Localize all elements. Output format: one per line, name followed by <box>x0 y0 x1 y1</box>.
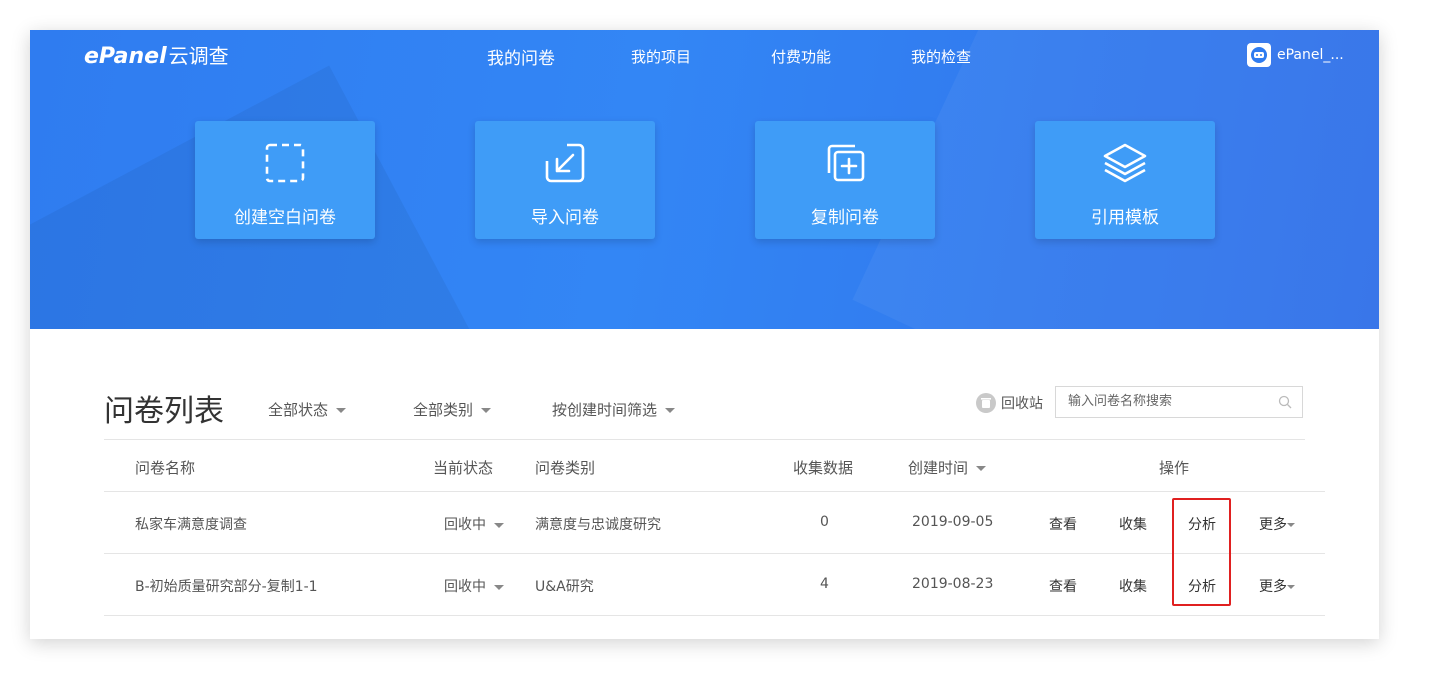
nav-paid-features[interactable]: 付费功能 <box>771 46 831 67</box>
created-date: 2019-09-05 <box>912 514 994 530</box>
nav-my-projects[interactable]: 我的项目 <box>631 46 691 67</box>
import-survey-button[interactable]: 导入问卷 <box>475 121 655 239</box>
status-label: 回收中 <box>444 579 486 595</box>
more-label: 更多 <box>1259 517 1287 533</box>
status-dropdown[interactable]: 回收中 <box>444 514 504 534</box>
card-label: 创建空白问卷 <box>234 208 336 228</box>
column-header-count: 收集数据 <box>793 459 854 477</box>
view-button[interactable]: 查看 <box>1049 576 1077 596</box>
more-dropdown[interactable]: 更多 <box>1259 514 1295 534</box>
search-box[interactable] <box>1055 386 1303 418</box>
app-window: ePanel 云调查 我的问卷 我的项目 付费功能 我的检查 ePanel_...… <box>30 30 1379 639</box>
filter-label: 全部状态 <box>268 401 329 419</box>
survey-name[interactable]: 私家车满意度调查 <box>135 514 247 534</box>
caret-down-icon <box>494 584 504 590</box>
divider <box>104 439 1305 440</box>
hero-banner: ePanel 云调查 我的问卷 我的项目 付费功能 我的检查 ePanel_...… <box>30 30 1379 329</box>
divider <box>104 553 1325 554</box>
survey-name[interactable]: B-初始质量研究部分-复制1-1 <box>135 576 318 596</box>
nav-my-surveys[interactable]: 我的问卷 <box>487 44 555 69</box>
collected-count: 0 <box>820 514 829 530</box>
recycle-label: 回收站 <box>1001 396 1043 412</box>
survey-category: U&A研究 <box>535 579 594 595</box>
logo-suffix: 云调查 <box>168 44 229 68</box>
card-label: 复制问卷 <box>811 208 879 228</box>
sort-caret-icon <box>976 466 987 471</box>
caret-down-icon <box>481 408 492 413</box>
dashed-square-icon <box>265 143 305 183</box>
created-date: 2019-08-23 <box>912 576 994 592</box>
column-header-ops: 操作 <box>1159 459 1190 477</box>
caret-down-icon <box>1287 585 1295 589</box>
filter-category-dropdown[interactable]: 全部类别 <box>413 399 492 420</box>
logo-brand: ePanel <box>84 44 167 69</box>
card-label: 导入问卷 <box>531 208 599 228</box>
list-title: 问卷列表 <box>104 394 224 429</box>
column-header-name: 问卷名称 <box>135 459 196 477</box>
search-icon[interactable] <box>1278 395 1292 409</box>
import-arrow-icon <box>545 143 585 183</box>
caret-down-icon <box>494 522 504 528</box>
collect-button[interactable]: 收集 <box>1119 576 1147 596</box>
analyze-highlight-box <box>1172 498 1231 606</box>
user-menu[interactable]: ePanel_... <box>1247 43 1344 67</box>
status-dropdown[interactable]: 回收中 <box>444 576 504 596</box>
divider <box>104 615 1325 616</box>
filter-label: 全部类别 <box>413 401 474 419</box>
card-label: 引用模板 <box>1091 208 1159 228</box>
caret-down-icon <box>665 408 676 413</box>
column-header-created-sort[interactable]: 创建时间 <box>908 457 987 478</box>
create-blank-survey-button[interactable]: 创建空白问卷 <box>195 121 375 239</box>
survey-category: 满意度与忠诚度研究 <box>535 517 661 533</box>
layers-icon <box>1103 143 1147 183</box>
collect-button[interactable]: 收集 <box>1119 514 1147 534</box>
more-dropdown[interactable]: 更多 <box>1259 576 1295 596</box>
filter-status-dropdown[interactable]: 全部状态 <box>268 399 347 420</box>
use-template-button[interactable]: 引用模板 <box>1035 121 1215 239</box>
filter-label: 按创建时间筛选 <box>552 401 658 419</box>
avatar-icon <box>1247 43 1271 67</box>
trash-icon <box>976 393 996 413</box>
copy-plus-icon <box>827 144 865 182</box>
divider <box>104 491 1325 492</box>
column-header-created: 创建时间 <box>908 459 969 477</box>
collected-count: 4 <box>820 576 829 592</box>
caret-down-icon <box>1287 523 1295 527</box>
logo[interactable]: ePanel 云调查 <box>84 40 229 69</box>
column-header-status: 当前状态 <box>433 459 494 477</box>
user-name: ePanel_... <box>1277 47 1344 63</box>
filter-date-dropdown[interactable]: 按创建时间筛选 <box>552 399 676 420</box>
recycle-bin-link[interactable]: 回收站 <box>976 393 1043 413</box>
search-input[interactable] <box>1066 393 1270 410</box>
more-label: 更多 <box>1259 579 1287 595</box>
column-header-category: 问卷类别 <box>535 459 596 477</box>
caret-down-icon <box>336 408 347 413</box>
view-button[interactable]: 查看 <box>1049 514 1077 534</box>
status-label: 回收中 <box>444 517 486 533</box>
copy-survey-button[interactable]: 复制问卷 <box>755 121 935 239</box>
nav-my-checks[interactable]: 我的检查 <box>911 46 971 67</box>
